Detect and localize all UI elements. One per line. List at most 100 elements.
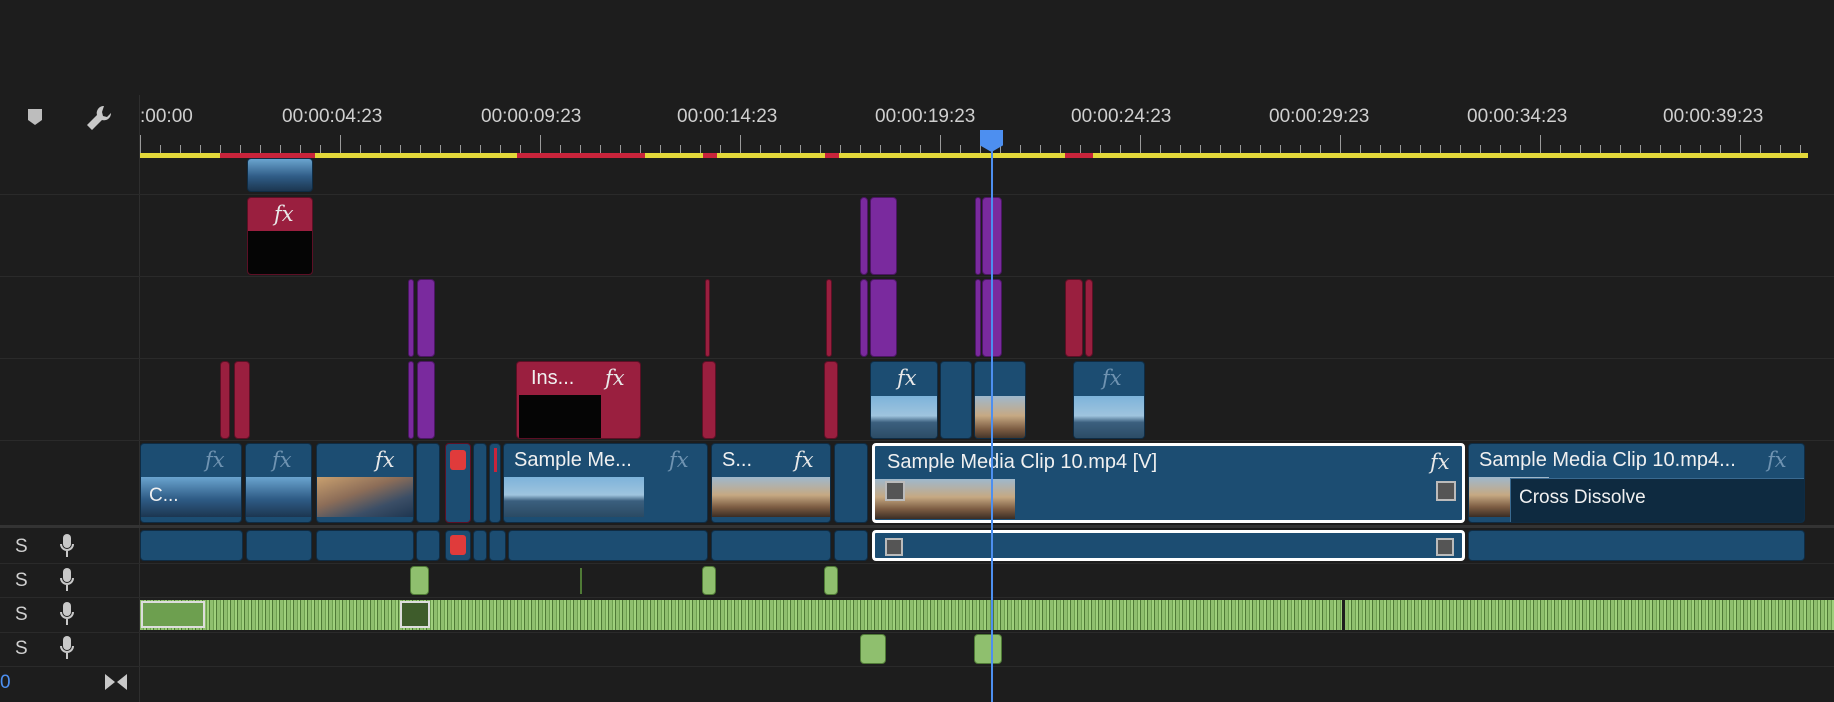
solo-toggle-a3[interactable]: S (15, 604, 28, 626)
clip-title: Ins... (531, 367, 575, 389)
keyframe-end-icon[interactable] (1436, 481, 1456, 501)
keyframe-end-icon[interactable] (1436, 538, 1454, 556)
video-clip-fx[interactable]: Sample Media Clip 10.mp4... fx Cross Dis… (1468, 443, 1805, 523)
video-clip[interactable] (247, 158, 313, 192)
purple-clip[interactable] (417, 279, 435, 357)
fade-in-transition[interactable] (141, 601, 205, 628)
purple-clip[interactable] (408, 361, 414, 439)
microphone-icon[interactable] (60, 602, 74, 626)
purple-clip[interactable] (870, 279, 897, 357)
audio-clip[interactable] (316, 530, 414, 561)
video-clip-marker[interactable] (445, 443, 471, 523)
audio-clip[interactable] (473, 530, 487, 561)
ruler-tick (340, 135, 341, 153)
red-clip[interactable] (702, 361, 716, 439)
red-clip[interactable] (234, 361, 250, 439)
purple-clip[interactable] (408, 279, 414, 357)
fx-badge: fx (375, 448, 395, 472)
work-area-bar[interactable] (140, 153, 1808, 158)
microphone-icon[interactable] (60, 636, 74, 660)
ruler-tick (580, 145, 581, 153)
ruler-tick (480, 145, 481, 153)
red-clip[interactable] (220, 361, 230, 439)
keyframe-start-icon[interactable] (885, 481, 905, 501)
ruler-tick (1440, 145, 1441, 153)
video-clip-fx[interactable]: fx (316, 443, 414, 523)
audio-clip[interactable] (416, 530, 440, 561)
video-clip-fx[interactable]: fx C... (140, 443, 242, 523)
insert-clip[interactable]: Ins... fx (516, 361, 641, 439)
audio-clip[interactable] (702, 566, 716, 595)
fx-badge: fx (274, 202, 294, 226)
audio-clip[interactable] (410, 566, 429, 595)
audio-clip[interactable] (860, 634, 886, 664)
video-clip-fx[interactable]: S... fx (711, 443, 831, 523)
audio-clip[interactable] (834, 530, 868, 561)
audio-clip[interactable] (711, 530, 831, 561)
zoom-fit-icon[interactable] (104, 672, 128, 692)
transition-cross-dissolve[interactable]: Cross Dissolve (1510, 478, 1804, 522)
track-divider (0, 563, 1834, 564)
fx-badge: fx (1430, 450, 1450, 474)
ruler-tick (540, 135, 541, 153)
purple-clip[interactable] (860, 197, 868, 275)
clip-title: Sample Media Clip 10.mp4 [V] (887, 451, 1158, 473)
timecode-5: 00:00:24:23 (1071, 106, 1172, 127)
ruler-tick (1160, 145, 1161, 153)
selected-video-clip[interactable]: Sample Media Clip 10.mp4 [V] fx (872, 443, 1465, 523)
microphone-icon[interactable] (60, 568, 74, 592)
audio-clip[interactable] (1468, 530, 1805, 561)
ruler-tick (1660, 145, 1661, 153)
ruler-tick (1800, 145, 1801, 153)
audio-clip[interactable] (489, 530, 506, 561)
audio-waveform[interactable] (140, 600, 1342, 630)
video-clip-fx[interactable]: fx (247, 197, 313, 275)
video-clip-fx[interactable]: fx (245, 443, 312, 523)
video-clip[interactable] (940, 361, 972, 439)
master-value[interactable]: 0 (0, 672, 11, 694)
fx-badge: fx (1767, 448, 1787, 472)
purple-clip[interactable] (860, 279, 868, 357)
video-clip[interactable] (974, 361, 1026, 439)
purple-clip[interactable] (417, 361, 435, 439)
keyframe-start-icon[interactable] (885, 538, 903, 556)
video-clip-fx[interactable]: Sample Me... fx (503, 443, 708, 523)
solo-toggle-a4[interactable]: S (15, 638, 28, 660)
video-clip[interactable] (834, 443, 868, 523)
marker-icon[interactable] (27, 108, 43, 126)
audio-transition[interactable] (400, 601, 430, 628)
red-clip[interactable] (1085, 279, 1093, 357)
purple-clip[interactable] (975, 197, 981, 275)
purple-clip[interactable] (975, 279, 981, 357)
ruler-tick (1220, 145, 1221, 153)
solo-toggle-a1[interactable]: S (15, 536, 28, 558)
video-clip-fx[interactable]: fx (870, 361, 938, 439)
video-clip[interactable] (473, 443, 487, 523)
audio-clip[interactable] (508, 530, 708, 561)
wrench-icon[interactable] (84, 103, 114, 133)
red-clip[interactable] (705, 279, 710, 357)
red-clip[interactable] (824, 361, 838, 439)
solo-toggle-a2[interactable]: S (15, 570, 28, 592)
audio-waveform[interactable] (1345, 600, 1834, 630)
ruler-tick (260, 145, 261, 153)
audio-clip[interactable] (246, 530, 312, 561)
microphone-icon[interactable] (60, 534, 74, 558)
audio-clip[interactable] (974, 634, 1002, 664)
render-bar-segment (1065, 153, 1093, 158)
ruler-tick (1340, 135, 1341, 153)
video-clip-fx[interactable]: fx (1073, 361, 1145, 439)
audio-clip[interactable] (445, 530, 471, 561)
clip-thumbnail (712, 477, 830, 517)
ruler-tick (1180, 145, 1181, 153)
purple-clip[interactable] (870, 197, 897, 275)
marker-line (494, 448, 497, 472)
video-clip[interactable] (489, 443, 501, 523)
audio-clip[interactable] (824, 566, 838, 595)
ruler-tick (920, 145, 921, 153)
red-clip[interactable] (1065, 279, 1083, 357)
video-clip[interactable] (416, 443, 440, 523)
red-clip[interactable] (826, 279, 832, 357)
audio-clip[interactable] (140, 530, 243, 561)
selected-audio-clip[interactable] (872, 530, 1465, 561)
